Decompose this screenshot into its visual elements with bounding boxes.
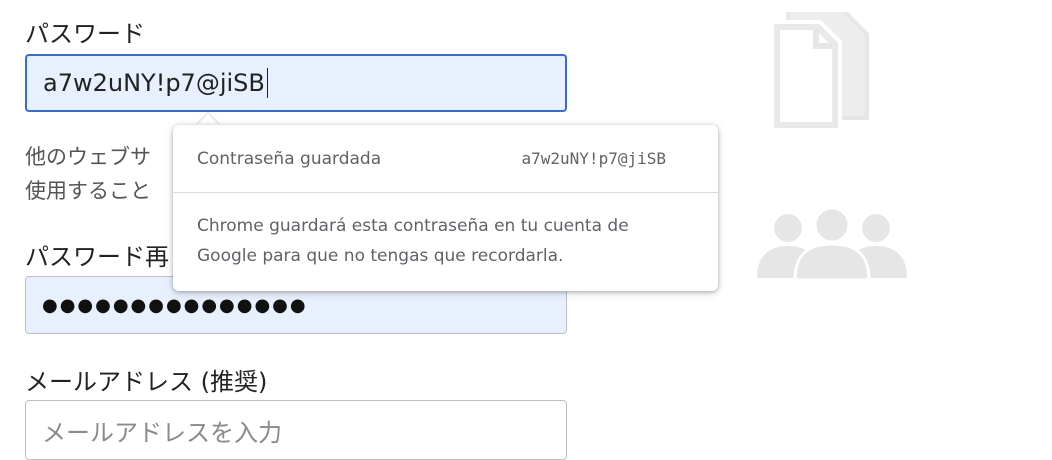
password-label: パスワード	[25, 20, 145, 48]
saved-password-label: Contraseña guardada	[197, 148, 382, 169]
password-value: a7w2uNY!p7@jiSB	[43, 69, 265, 97]
password-input[interactable]: a7w2uNY!p7@jiSB	[25, 54, 567, 112]
confirm-password-value: ●●●●●●●●●●●●●●●	[42, 294, 308, 316]
saved-password-value: a7w2uNY!p7@jiSB	[521, 149, 667, 168]
people-group-icon	[757, 208, 907, 280]
password-help-text: 他のウェブサ 使用すること	[25, 140, 151, 208]
text-caret	[266, 68, 269, 98]
confirm-password-label: パスワード再	[25, 243, 169, 271]
saved-password-row[interactable]: Contraseña guardada a7w2uNY!p7@jiSB	[173, 125, 718, 193]
popup-description: Chrome guardará esta contraseña en tu cu…	[197, 216, 629, 266]
password-saved-popup: Contraseña guardada a7w2uNY!p7@jiSB Chro…	[173, 125, 718, 291]
email-label: メールアドレス (推奨)	[25, 368, 268, 396]
email-placeholder: メールアドレスを入力	[42, 418, 282, 447]
help-line-1: 他のウェブサ	[25, 145, 151, 169]
help-line-2: 使用すること	[25, 179, 151, 203]
email-input[interactable]: メールアドレスを入力	[25, 400, 567, 460]
document-copy-icon	[770, 12, 869, 132]
